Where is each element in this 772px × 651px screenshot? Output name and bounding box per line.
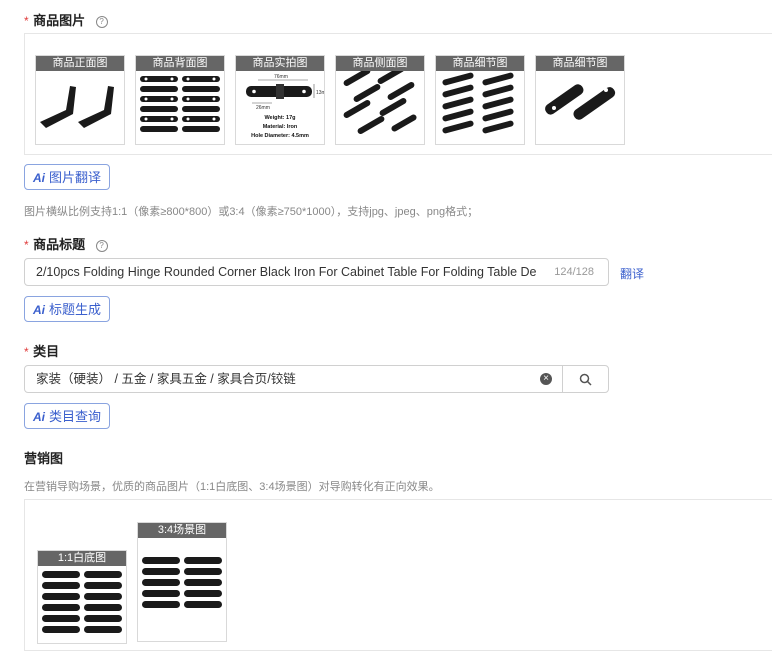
ai-icon: Ai xyxy=(33,303,45,317)
required-mark: * xyxy=(24,14,29,28)
title-translate-link[interactable]: 翻译 xyxy=(620,265,644,282)
title-char-counter: 124/128 xyxy=(554,266,594,278)
product-image-detail-1[interactable]: 商品细节图 xyxy=(435,55,525,145)
title-label: 商品标题 xyxy=(33,237,86,252)
ai-icon: Ai xyxy=(33,171,45,185)
title-generate-label: 标题生成 xyxy=(49,302,102,317)
image-caption: 1:1白底图 xyxy=(38,551,126,566)
spec-hole: Hole Diameter: 4.5mm xyxy=(251,133,309,139)
marketing-image-scene[interactable]: 3:4场景图 xyxy=(137,522,227,642)
marketing-label: 营销图 xyxy=(24,451,64,466)
category-query-button[interactable]: Ai 类目查询 xyxy=(24,403,111,429)
spec-material: Material: Iron xyxy=(263,124,298,130)
image-caption: 商品细节图 xyxy=(536,56,624,71)
product-images-label: 商品图片 xyxy=(33,13,86,28)
required-mark: * xyxy=(24,345,29,359)
category-heading: * 类目 xyxy=(24,341,59,361)
title-input-value: 2/10pcs Folding Hinge Rounded Corner Bla… xyxy=(36,265,536,279)
product-image-detail-2[interactable]: 商品细节图 xyxy=(535,55,625,145)
help-icon[interactable]: ? xyxy=(95,16,108,28)
image-caption: 商品实拍图 xyxy=(236,56,324,71)
image-caption: 商品细节图 xyxy=(436,56,524,71)
image-translate-label: 图片翻译 xyxy=(49,170,102,185)
image-caption: 商品背面图 xyxy=(136,56,224,71)
spec-weight: Weight: 17g xyxy=(264,115,295,121)
category-search-button[interactable] xyxy=(562,365,609,393)
dim-height-text: 13mm xyxy=(316,90,324,96)
dim-length-text: 76mm xyxy=(274,74,288,80)
product-image-real[interactable]: 商品实拍图 76mm 13mm 26mm Weight: 17g Materia… xyxy=(235,55,325,145)
product-image-side[interactable]: 商品侧面图 xyxy=(335,55,425,145)
hinge-grid-photo xyxy=(142,557,222,608)
category-label: 类目 xyxy=(33,344,60,359)
category-input-value: 家装（硬装） / 五金 / 家具五金 / 家具合页/铰链 xyxy=(36,372,296,386)
marketing-image-white-bg[interactable]: 1:1白底图 xyxy=(37,550,127,644)
search-icon xyxy=(579,373,592,386)
image-caption: 商品侧面图 xyxy=(336,56,424,71)
marketing-hint: 在营销导购场景，优质的商品图片（1:1白底图、3:4场景图）对导购转化有正向效果… xyxy=(24,481,440,493)
image-format-hint: 图片横纵比例支持1:1（像素≥800*800）或3:4（像素≥750*1000）… xyxy=(24,206,479,218)
product-images-panel: 商品正面图 商品背面图 商品实拍图 76mm 13 26mm Weight: 1… xyxy=(24,33,772,155)
clear-icon[interactable]: × xyxy=(540,373,552,385)
product-image-back[interactable]: 商品背面图 xyxy=(135,55,225,145)
category-query-label: 类目查询 xyxy=(49,409,102,424)
dim-width-text: 26mm xyxy=(256,105,270,111)
image-caption: 3:4场景图 xyxy=(138,523,226,538)
required-mark: * xyxy=(24,238,29,252)
image-caption: 商品正面图 xyxy=(36,56,124,71)
title-input[interactable]: 2/10pcs Folding Hinge Rounded Corner Bla… xyxy=(24,258,609,286)
marketing-images-panel: 1:1白底图 3:4场景图 xyxy=(24,499,772,651)
image-translate-button[interactable]: Ai 图片翻译 xyxy=(24,164,111,190)
title-heading: * 商品标题 ? xyxy=(24,234,108,254)
product-image-front[interactable]: 商品正面图 xyxy=(35,55,125,145)
category-input[interactable]: 家装（硬装） / 五金 / 家具五金 / 家具合页/铰链 × xyxy=(24,365,563,393)
help-icon[interactable]: ? xyxy=(95,240,108,252)
product-images-heading: * 商品图片 ? xyxy=(24,10,108,30)
title-generate-button[interactable]: Ai 标题生成 xyxy=(24,296,111,322)
ai-icon: Ai xyxy=(33,410,45,424)
